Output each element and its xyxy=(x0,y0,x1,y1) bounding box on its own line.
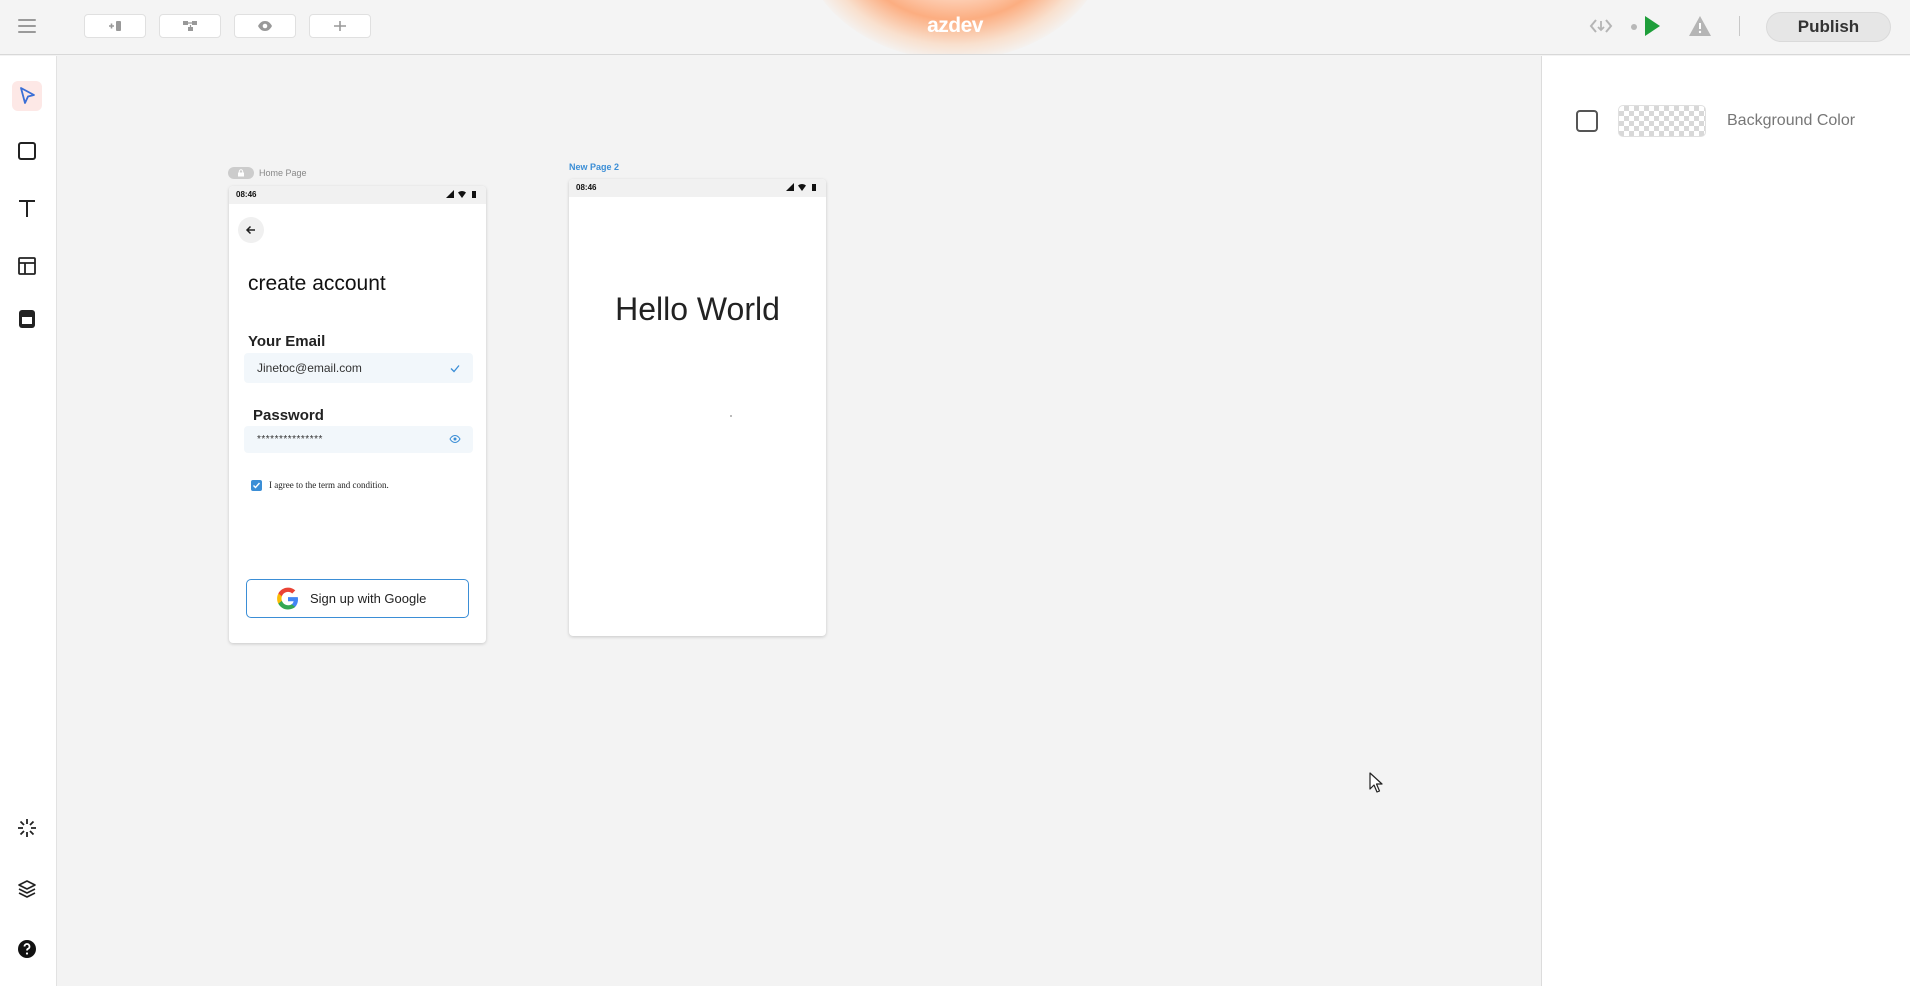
status-dot xyxy=(1631,24,1637,30)
help-icon xyxy=(18,940,36,958)
email-value: Jinetoc@email.com xyxy=(257,361,362,375)
layout-tool[interactable] xyxy=(12,251,42,281)
toolbar-divider xyxy=(1739,16,1740,36)
preview-button[interactable] xyxy=(234,14,296,38)
flow-icon xyxy=(183,21,197,31)
layers-tool[interactable] xyxy=(12,874,42,904)
warnings-button[interactable] xyxy=(1688,12,1712,40)
code-export-button[interactable] xyxy=(1589,12,1613,40)
magic-icon xyxy=(18,819,36,837)
brand-logo: azdev xyxy=(927,14,983,37)
google-logo-icon xyxy=(277,587,298,610)
add-page-button[interactable] xyxy=(84,14,146,38)
status-bar-page-2: 08:46 xyxy=(569,179,826,197)
magic-tool[interactable] xyxy=(12,813,42,843)
status-time-page-2: 08:46 xyxy=(576,183,597,192)
home-page-frame-label[interactable]: Home Page xyxy=(228,167,307,179)
cell-signal-icon xyxy=(786,183,794,191)
help-button[interactable] xyxy=(12,934,42,964)
flow-button[interactable] xyxy=(159,14,221,38)
properties-panel: Background Color xyxy=(1541,56,1910,986)
background-color-swatch[interactable] xyxy=(1618,105,1706,137)
wifi-icon xyxy=(458,190,466,198)
rectangle-icon xyxy=(18,142,36,160)
rectangle-tool[interactable] xyxy=(12,136,42,166)
code-export-icon xyxy=(1589,19,1613,33)
back-button[interactable] xyxy=(238,217,264,243)
background-color-label: Background Color xyxy=(1727,112,1856,129)
home-page-frame[interactable]: 08:46 create account Your Email Jinetoc@… xyxy=(229,186,486,643)
text-tool[interactable] xyxy=(12,193,42,223)
check-icon xyxy=(450,365,460,373)
google-signup-button[interactable]: Sign up with Google xyxy=(246,579,469,618)
select-pointer-icon xyxy=(20,87,35,104)
google-button-label: Sign up with Google xyxy=(310,591,427,606)
select-tool[interactable] xyxy=(12,81,42,111)
status-bar: 08:46 xyxy=(229,186,486,204)
page-2-frame-label[interactable]: New Page 2 xyxy=(569,162,619,172)
publish-button[interactable]: Publish xyxy=(1766,12,1891,42)
battery-icon xyxy=(472,191,476,198)
email-label: Your Email xyxy=(248,333,326,350)
add-page-icon xyxy=(109,21,121,31)
lock-icon xyxy=(228,167,254,179)
small-element[interactable] xyxy=(730,415,732,417)
component-tool[interactable] xyxy=(12,304,42,334)
agree-checkbox[interactable] xyxy=(251,480,262,491)
agree-label: I agree to the term and condition. xyxy=(269,480,389,490)
top-bar: azdev Publish xyxy=(0,0,1910,55)
play-button[interactable] xyxy=(1641,12,1663,40)
mouse-cursor-icon xyxy=(1369,772,1383,793)
page-2-frame[interactable]: 08:46 Hello World xyxy=(569,179,826,636)
background-color-checkbox[interactable] xyxy=(1576,110,1598,132)
preview-eye-icon xyxy=(258,21,272,31)
play-icon xyxy=(1645,16,1660,36)
text-icon xyxy=(19,200,35,217)
checkmark-icon xyxy=(253,482,261,489)
layers-icon xyxy=(18,880,36,898)
wifi-icon xyxy=(798,183,806,191)
arrow-left-icon xyxy=(245,225,255,235)
add-icon xyxy=(334,21,346,31)
home-page-label: Home Page xyxy=(259,168,307,178)
eye-icon xyxy=(449,434,461,444)
email-field[interactable]: Jinetoc@email.com xyxy=(244,353,473,383)
password-field[interactable]: *************** xyxy=(244,426,473,453)
component-icon xyxy=(19,310,35,328)
layout-icon xyxy=(18,257,36,275)
cell-signal-icon xyxy=(446,190,454,198)
page-title: create account xyxy=(248,272,386,295)
left-toolbar xyxy=(0,56,57,986)
password-label: Password xyxy=(253,407,324,424)
password-value: *************** xyxy=(257,434,323,445)
battery-icon xyxy=(812,184,816,191)
warning-icon xyxy=(1689,16,1711,36)
page-2-label: New Page 2 xyxy=(569,162,620,172)
hello-world-heading[interactable]: Hello World xyxy=(569,291,826,328)
hamburger-menu-icon[interactable] xyxy=(16,16,38,36)
status-time: 08:46 xyxy=(236,190,257,199)
add-element-button[interactable] xyxy=(309,14,371,38)
